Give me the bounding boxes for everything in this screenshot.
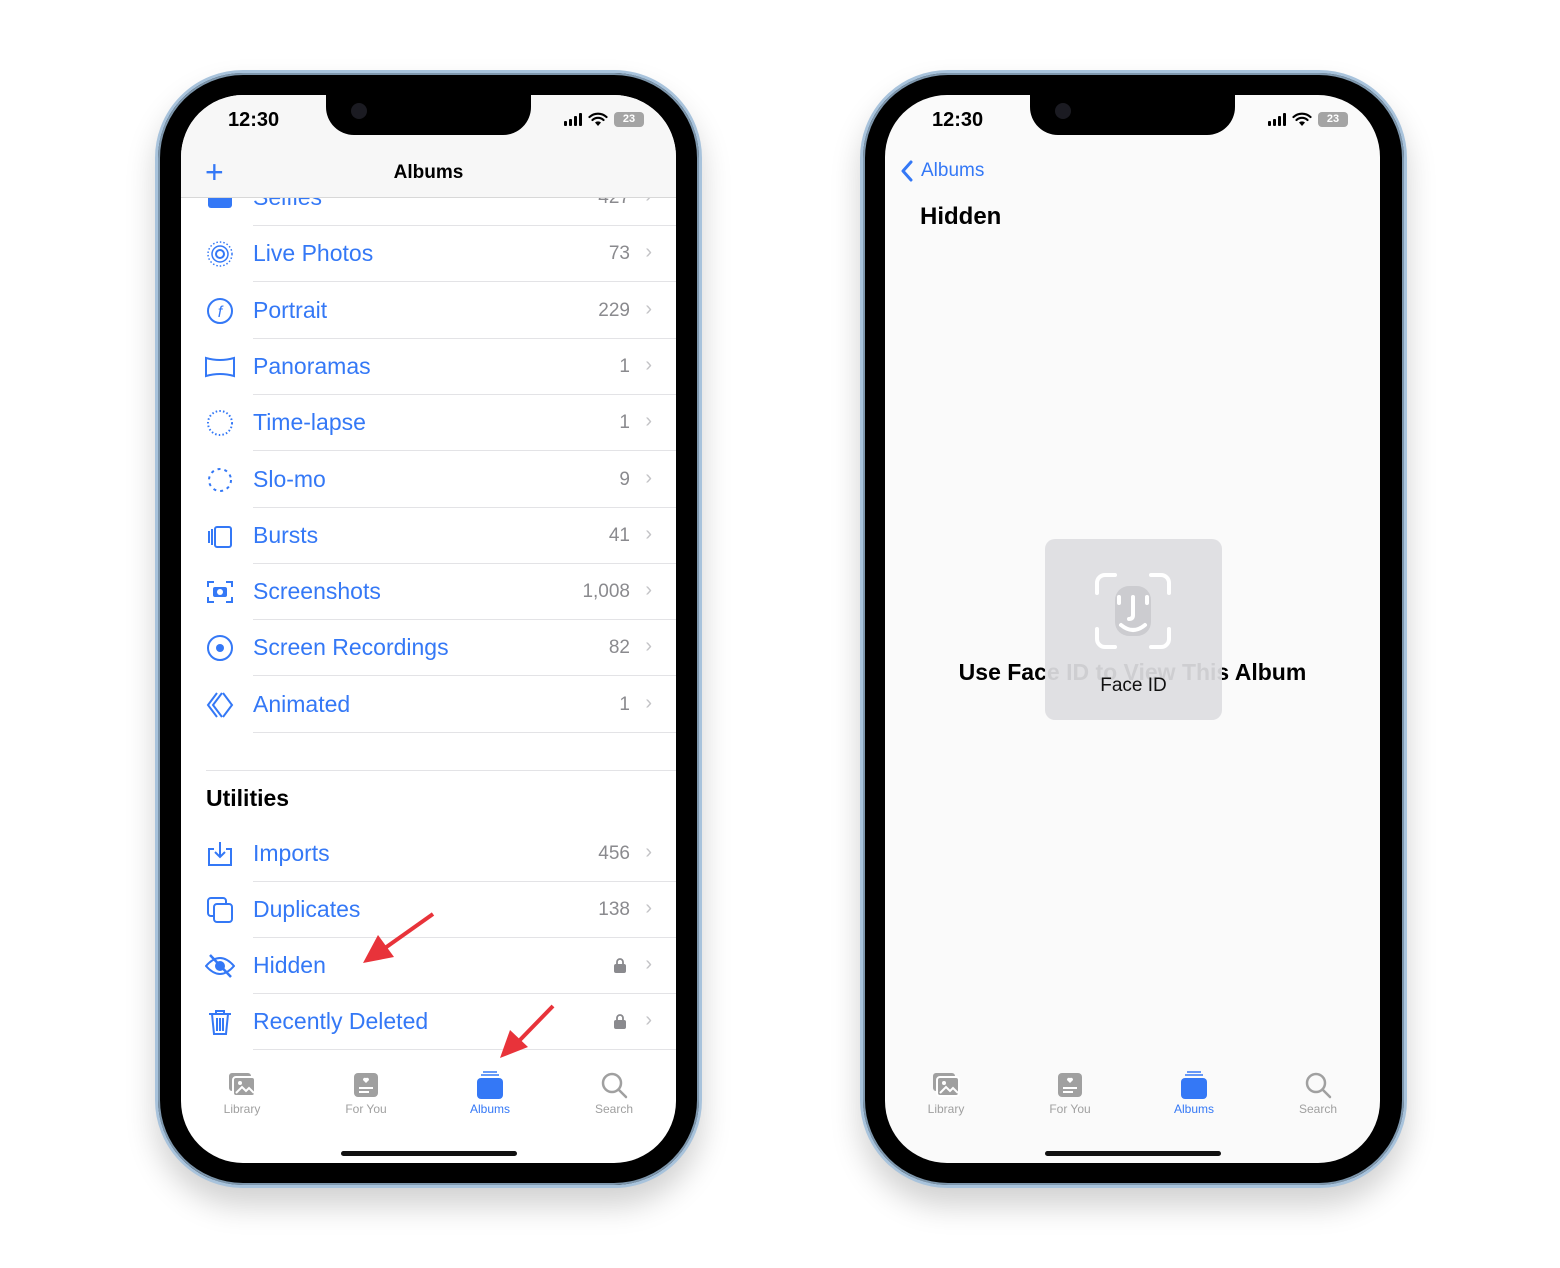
notch	[326, 95, 531, 135]
page-title: Albums	[393, 162, 464, 183]
status-time: 12:30	[228, 109, 280, 131]
red-arrow-icon	[363, 912, 435, 963]
battery-icon: 23	[614, 112, 644, 127]
red-arrow-icon	[500, 1004, 555, 1058]
signal-icon	[564, 113, 582, 126]
status-icons: 23	[564, 112, 644, 127]
wifi-icon	[588, 112, 608, 126]
